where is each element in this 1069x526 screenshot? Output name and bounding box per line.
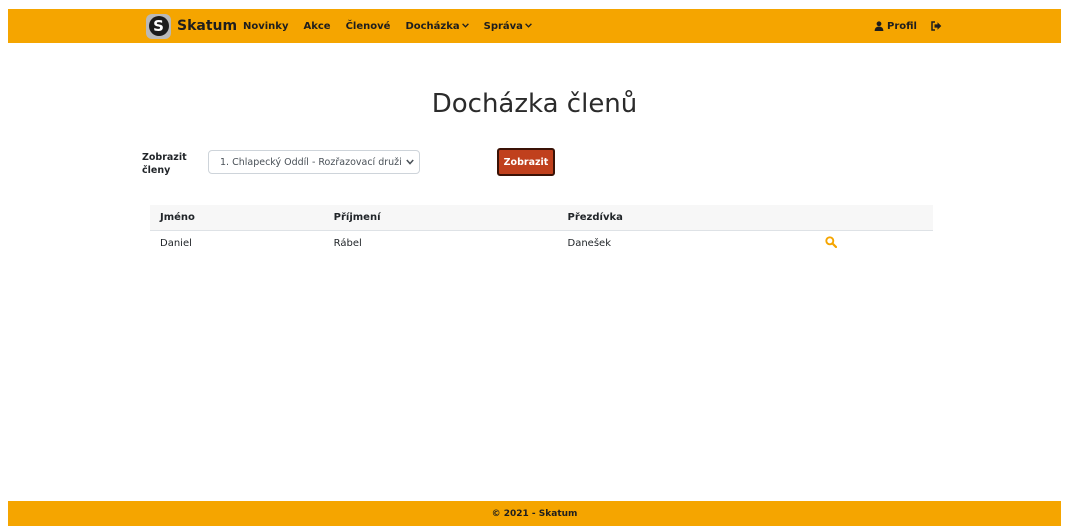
nav-item-akce[interactable]: Akce [303, 21, 330, 32]
search-icon[interactable] [825, 236, 838, 249]
nav-item-dochazka-dropdown[interactable]: Docházka [405, 20, 469, 32]
cell-last-name: Rábel [333, 238, 362, 249]
logo-letter: S [148, 16, 169, 36]
profile-link[interactable]: Profil [874, 21, 917, 32]
members-table: Jméno Příjmení Přezdívka Daniel Rábel Da… [150, 205, 933, 256]
logo: S [146, 13, 171, 39]
chevron-down-icon [461, 22, 469, 30]
column-header-spacer [913, 205, 933, 231]
cell-spacer [913, 231, 933, 257]
nav-right: Profil [874, 9, 942, 43]
group-select[interactable]: 1. Chlapecký Oddíl - Rozřazovací družina [208, 150, 420, 174]
brand-link[interactable]: S Skatum [146, 11, 237, 41]
user-icon [874, 21, 884, 31]
column-header-actions [809, 205, 913, 231]
cell-actions [809, 231, 913, 257]
nav-item-sprava-dropdown[interactable]: Správa [484, 21, 532, 32]
column-header-nickname: Přezdívka [557, 205, 810, 231]
brand-name: Skatum [177, 18, 238, 34]
chevron-down-icon [525, 22, 532, 30]
page-title: Docházka členů [431, 89, 638, 119]
group-select-value: 1. Chlapecký Oddíl - Rozřazovací družina [220, 156, 401, 168]
nav-item-dochazka-label: Docházka [405, 20, 460, 32]
profile-label: Profil [887, 20, 917, 32]
footer: © 2021 - Skatum [8, 501, 1061, 526]
show-button[interactable]: Zobrazit [497, 148, 555, 176]
table-header-row: Jméno Příjmení Přezdívka [150, 205, 933, 231]
top-navbar: S Skatum Novinky Akce Členové Docházka S… [8, 9, 1061, 43]
cell-first-name: Daniel [160, 238, 192, 249]
column-header-last-name: Příjmení [323, 205, 558, 231]
logout-button[interactable] [931, 21, 942, 31]
column-header-first-name: Jméno [150, 205, 324, 231]
chevron-down-icon [401, 159, 419, 165]
nav-item-sprava-label: Správa [483, 20, 523, 32]
sign-out-icon [931, 21, 942, 31]
footer-text: © 2021 - Skatum [491, 508, 578, 519]
filter-label: Zobrazit členy [142, 152, 187, 176]
nav-item-clenove[interactable]: Členové [346, 21, 391, 32]
table-row: Daniel Rábel Danešek [150, 231, 933, 257]
nav-item-novinky[interactable]: Novinky [243, 21, 288, 32]
cell-nickname: Danešek [567, 238, 611, 249]
nav-menu: Novinky Akce Členové Docházka Správa [243, 9, 547, 43]
